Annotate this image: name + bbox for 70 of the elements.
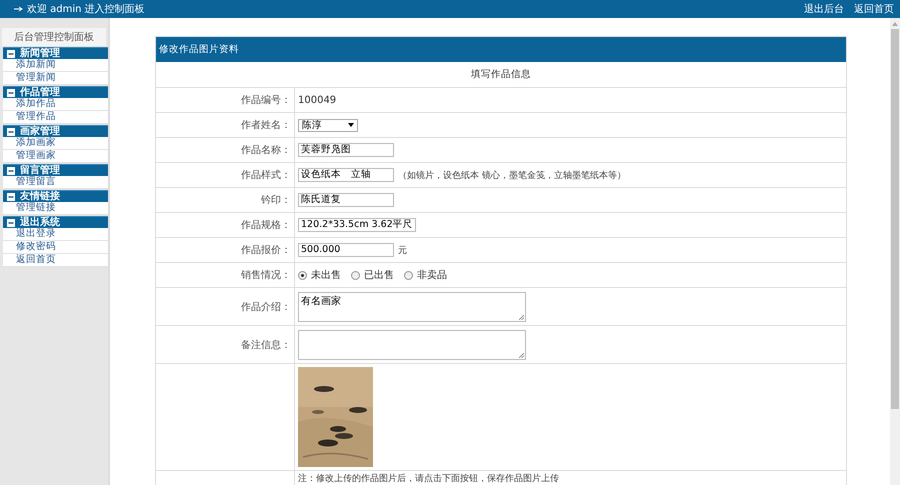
field-label: 作者姓名： [241, 118, 291, 132]
menu-group-header[interactable]: 友情链接 [3, 190, 108, 202]
sidebar-item[interactable]: 管理新闻 [3, 72, 108, 85]
minus-icon[interactable] [7, 128, 15, 136]
field-label: 作品介绍： [241, 300, 291, 314]
sidebar-item[interactable]: 退出登录 [3, 228, 108, 241]
sidebar-item[interactable]: 管理作品 [3, 111, 108, 124]
minus-icon[interactable] [7, 192, 15, 200]
sidebar-title: 后台管理控制面板 [2, 28, 106, 46]
sidebar-item[interactable]: 添加作品 [3, 98, 108, 111]
field-label: 备注信息： [241, 338, 291, 352]
welcome-text: 欢迎 admin 进入控制面板 [27, 2, 145, 16]
minus-icon[interactable] [7, 166, 15, 174]
field-label: 作品编号： [241, 94, 291, 107]
scrollbar[interactable] [890, 18, 900, 485]
sidebar-item[interactable]: 管理留言 [3, 176, 108, 189]
field-value: 100049 [298, 94, 336, 106]
top-link[interactable]: 退出后台 [804, 2, 844, 16]
radio-label: 非卖品 [417, 268, 447, 282]
sidebar-item[interactable]: 返回首页 [3, 254, 108, 267]
radio-button[interactable] [351, 270, 360, 280]
menu-group-header[interactable]: 画家管理 [3, 125, 108, 137]
field-label: 作品规格： [241, 218, 291, 232]
input-field[interactable]: 120.2*33.5cm 3.62平尺 [298, 218, 416, 232]
menu-group-label: 友情链接 [20, 191, 60, 202]
menu-group-header[interactable]: 退出系统 [3, 216, 108, 228]
menu-group-label: 退出系统 [20, 217, 60, 228]
textarea-field[interactable]: 有名画家 [298, 292, 526, 322]
radio-label: 未出售 [311, 268, 341, 282]
menu-group-label: 留言管理 [20, 165, 60, 176]
menu-group-label: 作品管理 [20, 87, 60, 98]
author-select[interactable]: 陈淳 [298, 118, 358, 132]
sidebar-item[interactable]: 管理链接 [3, 202, 108, 215]
textarea-field[interactable] [298, 330, 526, 360]
menu-group-label: 画家管理 [20, 126, 60, 137]
scrollbar-thumb[interactable] [891, 29, 899, 409]
resize-grip-icon[interactable] [519, 352, 524, 358]
minus-icon[interactable] [7, 88, 15, 96]
minus-icon[interactable] [7, 218, 15, 226]
sidebar-item[interactable]: 添加画家 [3, 137, 108, 150]
field-label: 作品报价： [241, 244, 291, 257]
menu-group-header[interactable]: 作品管理 [3, 86, 108, 98]
menu-group-label: 新闻管理 [20, 48, 60, 59]
input-field[interactable]: 陈氏道复 [298, 193, 394, 207]
menu-group-header[interactable]: 留言管理 [3, 164, 108, 176]
menu-group-header[interactable]: 新闻管理 [3, 47, 108, 59]
input-field[interactable]: 500.000 [298, 243, 394, 257]
field-label: 作品样式： [241, 168, 291, 182]
resize-grip-icon[interactable] [519, 314, 524, 320]
sidebar-item[interactable]: 添加新闻 [3, 59, 108, 72]
caret-icon [348, 123, 354, 127]
field-label: 销售情况： [241, 268, 291, 282]
hint-text: 元 [398, 244, 407, 256]
note-text: 注：修改上传的作品图片后，请点击下面按钮，保存作品图片上传 [298, 472, 559, 484]
minus-icon[interactable] [7, 50, 15, 58]
field-label: 钤印： [261, 194, 291, 207]
form-subtitle: 填写作品信息 [156, 62, 846, 88]
scroll-up-icon[interactable] [892, 22, 898, 26]
radio-label: 已出售 [364, 268, 394, 282]
input-field[interactable]: 芙蓉野凫图 [298, 143, 394, 157]
radio-button[interactable] [298, 270, 307, 280]
field-label: 作品名称： [241, 144, 291, 157]
radio-button[interactable] [404, 270, 413, 280]
hint-text: （如镜片，设色纸本 镜心，墨笔金笺，立轴墨笔纸本等） [398, 170, 626, 182]
sidebar-item[interactable]: 修改密码 [3, 241, 108, 254]
top-link[interactable]: 返回首页 [854, 2, 894, 16]
arrow-icon [14, 6, 23, 12]
sidebar-item[interactable]: 管理画家 [3, 150, 108, 163]
form-title: 修改作品图片资料 [156, 37, 846, 62]
input-field[interactable]: 设色纸本 立轴 [298, 168, 394, 182]
